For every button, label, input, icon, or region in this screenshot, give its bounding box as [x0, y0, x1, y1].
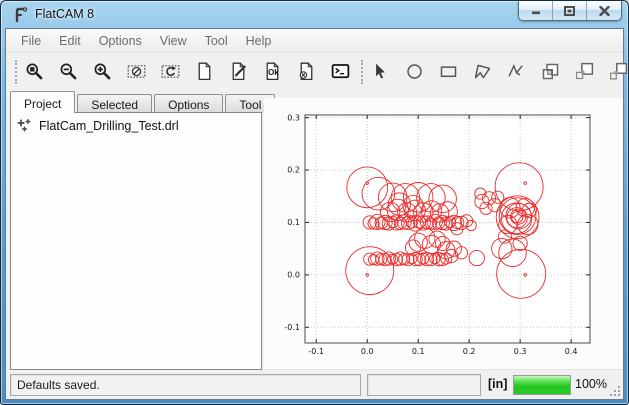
client-area: FileEditOptionsViewToolHelp Ok ProjectSe… — [5, 28, 624, 400]
rectangle-tool-icon — [438, 60, 459, 83]
replot-button[interactable] — [159, 60, 182, 83]
toolbar-group — [369, 60, 629, 83]
toolbar-separator — [15, 60, 17, 84]
menubar: FileEditOptionsViewToolHelp — [6, 29, 623, 53]
move-tool-button[interactable] — [607, 60, 629, 83]
clear-plot-icon — [126, 60, 147, 83]
tab-project[interactable]: Project — [10, 91, 75, 113]
polygon-tool-icon — [472, 60, 493, 83]
caption-buttons — [518, 1, 622, 21]
svg-text:Ok: Ok — [268, 68, 279, 77]
progress-bar — [513, 375, 571, 395]
edit-file-button[interactable] — [227, 60, 250, 83]
svg-text:0.2: 0.2 — [463, 347, 476, 356]
svg-text:0.1: 0.1 — [287, 218, 300, 227]
tab-bar: ProjectSelectedOptionsTool — [10, 91, 277, 113]
ok-file-button[interactable]: Ok — [261, 60, 284, 83]
menu-item-edit[interactable]: Edit — [50, 31, 90, 51]
progress-percent: 100% — [575, 377, 607, 391]
circle-tool-button[interactable] — [403, 60, 426, 83]
plot-canvas[interactable]: -0.1 0.0 0.1 0.2 0.3 0.4 -0.1 0.0 0.1 0.2 0.3 — [264, 98, 623, 371]
drill-plot[interactable]: -0.1 0.0 0.1 0.2 0.3 0.4 -0.1 0.0 0.1 0.2 0.3 — [264, 98, 623, 371]
edit-file-icon — [228, 60, 249, 83]
toolbar-separator — [361, 60, 363, 84]
svg-text:0.0: 0.0 — [287, 271, 300, 280]
tree-item-label: FlatCam_Drilling_Test.drl — [39, 119, 179, 133]
menu-item-options[interactable]: Options — [90, 31, 151, 51]
ok-file-icon: Ok — [262, 60, 283, 83]
select-cursor-icon — [370, 60, 391, 83]
svg-text:-0.1: -0.1 — [308, 347, 324, 356]
svg-text:0.3: 0.3 — [287, 113, 300, 122]
statusbar: Defaults saved. [in] 100% — [6, 369, 623, 399]
copy-tool-icon — [574, 60, 595, 83]
path-tool-icon — [506, 60, 527, 83]
status-secondary — [367, 374, 481, 396]
status-message: Defaults saved. — [10, 374, 361, 396]
clear-plot-button[interactable] — [125, 60, 148, 83]
menu-item-tool[interactable]: Tool — [196, 31, 237, 51]
menu-item-file[interactable]: File — [12, 31, 50, 51]
progress-fill — [514, 376, 570, 394]
rectangle-tool-button[interactable] — [437, 60, 460, 83]
toolbar: Ok — [6, 54, 623, 89]
tree-item[interactable]: FlatCam_Drilling_Test.drl — [11, 113, 261, 136]
menu-item-help[interactable]: Help — [237, 31, 281, 51]
new-file-button[interactable] — [193, 60, 216, 83]
path-tool-button[interactable] — [505, 60, 528, 83]
cancel-file-button[interactable] — [295, 60, 318, 83]
select-cursor-button[interactable] — [369, 60, 392, 83]
tab-selected[interactable]: Selected — [77, 94, 152, 113]
copy-tool-button[interactable] — [573, 60, 596, 83]
cancel-file-icon — [296, 60, 317, 83]
app-window: FlatCAM 8 FileEditOptionsViewToolHelp Ok… — [0, 0, 629, 405]
resize-grip[interactable] — [608, 384, 620, 396]
titlebar[interactable]: FlatCAM 8 — [1, 1, 628, 28]
menu-item-view[interactable]: View — [151, 31, 196, 51]
replot-icon — [160, 60, 181, 83]
svg-text:0.0: 0.0 — [361, 347, 374, 356]
union-tool-button[interactable] — [539, 60, 562, 83]
zoom-out-button[interactable] — [57, 60, 80, 83]
circle-tool-icon — [404, 60, 425, 83]
window-title: FlatCAM 8 — [35, 7, 94, 21]
union-tool-icon — [540, 60, 561, 83]
shell-icon — [330, 60, 351, 83]
zoom-fit-icon — [24, 60, 45, 83]
move-tool-icon — [608, 60, 629, 83]
new-file-icon — [194, 60, 215, 83]
tab-options[interactable]: Options — [154, 94, 223, 113]
svg-text:0.1: 0.1 — [412, 347, 425, 356]
svg-text:0.2: 0.2 — [287, 166, 300, 175]
polygon-tool-button[interactable] — [471, 60, 494, 83]
zoom-out-icon — [58, 60, 79, 83]
drill-icon — [17, 118, 33, 134]
close-button[interactable] — [587, 1, 621, 20]
zoom-fit-button[interactable] — [23, 60, 46, 83]
svg-text:-0.1: -0.1 — [284, 323, 300, 332]
units-label: [in] — [488, 377, 507, 391]
toolbar-group: Ok — [23, 60, 352, 83]
svg-text:0.3: 0.3 — [514, 347, 527, 356]
svg-text:0.4: 0.4 — [565, 347, 578, 356]
zoom-in-icon — [92, 60, 113, 83]
flatcam-logo-icon — [12, 6, 29, 23]
shell-button[interactable] — [329, 60, 352, 83]
zoom-in-button[interactable] — [91, 60, 114, 83]
project-tree-panel[interactable]: FlatCam_Drilling_Test.drl — [10, 112, 262, 370]
maximize-button[interactable] — [553, 1, 587, 20]
minimize-button[interactable] — [519, 1, 553, 20]
